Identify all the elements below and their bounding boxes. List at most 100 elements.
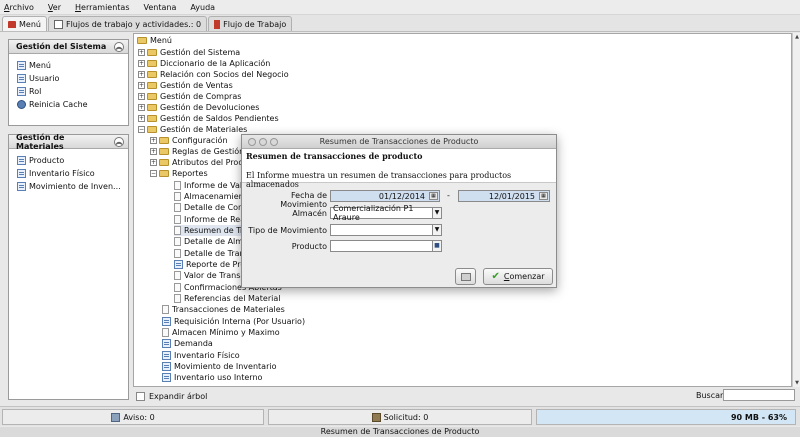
tree-scrollbar[interactable]: ▲ ▼ bbox=[792, 33, 800, 387]
window-controls bbox=[248, 138, 281, 146]
chevron-down-icon[interactable]: ▼ bbox=[432, 208, 441, 218]
tree-node[interactable]: + Gestión de Saldos Pendientes bbox=[138, 113, 279, 124]
tree-leaf[interactable]: Movimiento de Inventario bbox=[162, 361, 276, 372]
tree-node[interactable]: + Reglas de Gestión bbox=[150, 146, 244, 157]
tree-node[interactable]: + Diccionario de la Aplicación bbox=[138, 58, 270, 69]
expand-icon[interactable]: + bbox=[138, 93, 145, 100]
tree-node[interactable]: + Gestión de Devoluciones bbox=[138, 102, 259, 113]
tree-leaf[interactable]: Requisición Interna (Por Usuario) bbox=[162, 316, 305, 327]
tree-node[interactable]: + Relación con Socios del Negocio bbox=[138, 69, 289, 80]
sidebar-item-movimiento-inventario[interactable]: Movimiento de Inven... bbox=[17, 180, 128, 193]
sidebar-item-rol[interactable]: Rol bbox=[17, 85, 128, 98]
expand-icon[interactable]: + bbox=[150, 148, 157, 155]
tree-node[interactable]: − Gestión de Materiales bbox=[138, 124, 247, 135]
tipo-movimiento-select[interactable]: ▼ bbox=[330, 224, 442, 236]
status-bar: Aviso: 0 Solicitud: 0 90 MB - 63% bbox=[0, 406, 800, 426]
calendar-icon[interactable]: ▦ bbox=[429, 192, 438, 200]
expand-icon[interactable]: + bbox=[150, 137, 157, 144]
menu-ayuda[interactable]: Ayuda bbox=[190, 3, 215, 12]
maximize-window-icon[interactable] bbox=[270, 138, 278, 146]
folder-icon bbox=[159, 137, 169, 144]
workflow-icon bbox=[53, 19, 63, 29]
chevron-down-icon[interactable]: ▼ bbox=[432, 225, 441, 235]
report-icon bbox=[174, 181, 181, 190]
comenzar-button[interactable]: ✔ Comenzar bbox=[483, 268, 553, 285]
tree-leaf[interactable]: Almacen Mínimo y Maximo bbox=[162, 327, 280, 338]
window-icon bbox=[162, 351, 171, 360]
dialog-header: Resumen de transacciones de producto El … bbox=[242, 149, 556, 189]
tree-leaf[interactable]: Demanda bbox=[162, 338, 213, 349]
report-icon bbox=[174, 215, 181, 224]
tree-node[interactable]: + Gestión de Ventas bbox=[138, 80, 233, 91]
aviso-box[interactable]: Aviso: 0 bbox=[2, 409, 264, 425]
expand-icon[interactable]: + bbox=[138, 49, 145, 56]
tree-leaf[interactable]: Inventario uso Interno bbox=[162, 372, 262, 383]
expand-icon[interactable]: + bbox=[138, 115, 145, 122]
minimize-window-icon[interactable] bbox=[259, 138, 267, 146]
solicitud-box[interactable]: Solicitud: 0 bbox=[268, 409, 532, 425]
close-window-icon[interactable] bbox=[248, 138, 256, 146]
expand-tree-row[interactable]: Expandir árbol bbox=[133, 390, 207, 402]
tree-leaf[interactable]: Transacciones de Materiales bbox=[162, 304, 285, 315]
sidebar-item-usuario[interactable]: Usuario bbox=[17, 72, 128, 85]
fecha-from-field[interactable]: 01/12/2014 ▦ bbox=[330, 190, 440, 202]
menu-herramientas[interactable]: Herramientas bbox=[75, 3, 130, 12]
menu-ventana[interactable]: Ventana bbox=[144, 3, 177, 12]
tree-node[interactable]: + Gestión del Sistema bbox=[138, 47, 240, 58]
search-icon[interactable]: ■ bbox=[432, 241, 441, 251]
print-button[interactable] bbox=[455, 268, 476, 285]
tab-menu[interactable]: Menú bbox=[2, 16, 47, 31]
memory-indicator[interactable]: 90 MB - 63% bbox=[536, 409, 796, 425]
producto-field[interactable]: ■ bbox=[330, 240, 442, 252]
calendar-icon[interactable]: ▦ bbox=[539, 192, 548, 200]
sidebar-item-reinicia-cache[interactable]: Reinicia Cache bbox=[17, 98, 128, 111]
menu-ver[interactable]: Ver bbox=[48, 3, 61, 12]
tree-node[interactable]: + Gestión de Compras bbox=[138, 91, 241, 102]
tree-leaf[interactable]: Inventario Físico bbox=[162, 350, 240, 361]
gear-icon bbox=[17, 100, 26, 109]
system-group-header[interactable]: Gestión del Sistema ︽ bbox=[9, 40, 128, 54]
menu-archivo[interactable]: Archivo bbox=[4, 3, 34, 12]
almacen-label: Almacén bbox=[292, 209, 327, 218]
window-icon bbox=[17, 74, 26, 83]
tab-workflow[interactable]: Flujo de Trabajo bbox=[208, 16, 293, 31]
folder-icon bbox=[147, 60, 157, 67]
report-icon bbox=[162, 305, 169, 314]
expand-icon[interactable]: + bbox=[150, 159, 157, 166]
sidebar-item-inventario-fisico[interactable]: Inventario Físico bbox=[17, 167, 128, 180]
scroll-up-icon[interactable]: ▲ bbox=[794, 34, 800, 40]
window-icon bbox=[162, 339, 171, 348]
tree-leaf[interactable]: Referencias del Material bbox=[174, 293, 280, 304]
tree-leaf-selected[interactable]: Resumen de Tr... bbox=[174, 225, 251, 236]
sidebar-item-menu[interactable]: Menú bbox=[17, 59, 128, 72]
expand-tree-checkbox[interactable] bbox=[136, 391, 145, 401]
collapse-icon[interactable]: ︽ bbox=[114, 41, 124, 52]
tipo-movimiento-label: Tipo de Movimiento bbox=[248, 226, 327, 235]
tab-workflows-label: Flujos de trabajo y actividades.: 0 bbox=[65, 19, 202, 29]
sidebar-item-producto[interactable]: Producto bbox=[17, 154, 128, 167]
expand-icon[interactable]: + bbox=[138, 82, 145, 89]
materials-group-title: Gestión de Materiales bbox=[16, 132, 65, 151]
tree-node[interactable]: + Configuración bbox=[150, 135, 228, 146]
scroll-down-icon[interactable]: ▼ bbox=[794, 380, 800, 386]
expand-tree-label: Expandir árbol bbox=[149, 391, 208, 401]
tree-node[interactable]: − Reportes bbox=[150, 168, 208, 179]
report-icon bbox=[174, 226, 181, 235]
expand-icon[interactable]: + bbox=[138, 104, 145, 111]
expand-icon[interactable]: + bbox=[138, 71, 145, 78]
tab-workflows[interactable]: Flujos de trabajo y actividades.: 0 bbox=[47, 16, 208, 31]
collapse-node-icon[interactable]: − bbox=[150, 170, 157, 177]
tree-root[interactable]: Menú bbox=[137, 35, 172, 46]
expand-icon[interactable]: + bbox=[138, 60, 145, 67]
fecha-to-field[interactable]: 12/01/2015 ▦ bbox=[458, 190, 550, 202]
search-input[interactable] bbox=[723, 389, 795, 401]
almacen-select[interactable]: Comercialización P1 Araure ▼ bbox=[330, 204, 442, 222]
dialog-titlebar[interactable]: Resumen de Transacciones de Producto bbox=[242, 135, 556, 149]
report-icon bbox=[174, 203, 181, 212]
notice-icon bbox=[111, 412, 121, 422]
left-pane: Gestión del Sistema ︽ Menú Usuario Rol R… bbox=[0, 33, 132, 400]
materials-group-header[interactable]: Gestión de Materiales ︽ bbox=[9, 132, 128, 151]
collapse-icon[interactable]: ︽ bbox=[114, 136, 124, 147]
collapse-node-icon[interactable]: − bbox=[138, 126, 145, 133]
home-icon bbox=[8, 20, 16, 28]
